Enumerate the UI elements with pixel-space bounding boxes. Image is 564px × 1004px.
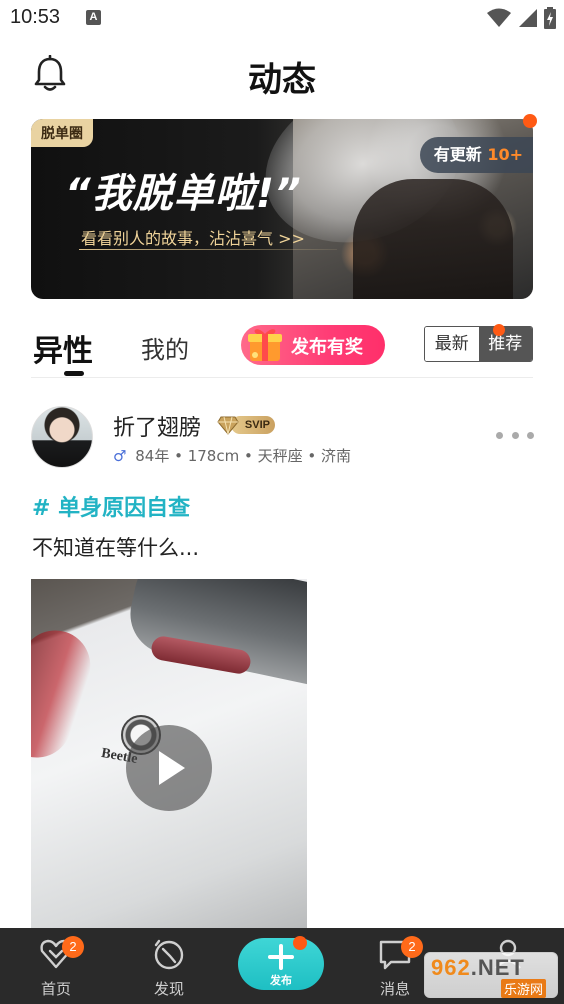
gift-icon: [248, 329, 282, 361]
updates-count: 10+: [487, 145, 523, 164]
page-header: 动态: [0, 38, 564, 110]
site-watermark: 962.NET 乐游网: [424, 952, 558, 998]
sort-recommend-option[interactable]: 推荐: [478, 327, 532, 361]
publish-button[interactable]: 发布: [238, 938, 324, 990]
status-right-icons: [486, 7, 556, 29]
male-icon: ♂: [113, 447, 127, 465]
more-icon[interactable]: [496, 432, 534, 442]
banner-couple-image: [353, 179, 513, 299]
nav-home-label: 首页: [40, 980, 71, 998]
page-title: 动态: [248, 60, 316, 100]
tab-hetero[interactable]: 异性: [33, 326, 93, 370]
banner-new-dot: [523, 114, 537, 128]
battery-icon: [544, 7, 556, 29]
plus-icon: [268, 944, 294, 970]
compass-icon: [154, 939, 184, 970]
svip-badge: SVIP: [217, 414, 275, 436]
status-bar: 10:53 A: [0, 0, 564, 38]
feed-tabs: 异性 我的 发布有奖 最新 推荐: [31, 322, 533, 378]
signal-icon: [519, 9, 537, 27]
post-text: 不知道在等什么...: [32, 536, 200, 560]
status-time: 10:53: [10, 6, 61, 28]
avatar[interactable]: [31, 406, 93, 468]
nav-discover[interactable]: 发现: [129, 928, 209, 1004]
banner-divider: [79, 249, 337, 250]
sort-new-dot: [493, 324, 505, 336]
post-user-meta: ♂ 84年 • 178cm • 天秤座 • 济南: [113, 445, 351, 466]
nav-messages[interactable]: 2 消息: [355, 928, 435, 1004]
post-video-thumbnail[interactable]: Beetle: [31, 579, 307, 928]
video-car-window: [123, 579, 307, 691]
notification-a-icon: A: [86, 10, 101, 25]
nav-home[interactable]: 2 首页: [16, 928, 96, 1004]
nav-discover-label: 发现: [153, 980, 184, 998]
active-tab-indicator: [64, 371, 84, 376]
wifi-icon: [487, 8, 511, 27]
banner-headline: “我脱单啦!”: [65, 171, 302, 217]
feed-post: 折了翅膀 SVIP ♂ 84年 • 178cm • 天秤座 • 济南 # 单身原…: [0, 380, 564, 928]
home-badge: 2: [62, 936, 84, 958]
banner-tag: 脱单圈: [31, 119, 93, 147]
updates-label: 有更新: [433, 145, 482, 164]
tab-mine[interactable]: 我的: [141, 330, 189, 365]
play-icon[interactable]: [126, 725, 212, 811]
messages-badge: 2: [401, 936, 423, 958]
watermark-brand: 962.NET: [431, 955, 525, 980]
sort-newest-option[interactable]: 最新: [425, 327, 479, 361]
sort-toggle: 最新 推荐: [424, 326, 533, 362]
video-taillight: [31, 621, 100, 767]
diamond-icon: [217, 416, 239, 435]
updates-pill[interactable]: 有更新 10+: [419, 137, 533, 173]
post-username[interactable]: 折了翅膀: [113, 410, 201, 442]
post-meta-text: 84年 • 178cm • 天秤座 • 济南: [135, 447, 351, 465]
publish-new-dot: [293, 936, 307, 950]
banner-subline: 看看别人的故事，沾沾喜气 >>: [81, 229, 305, 248]
breakup-story-banner[interactable]: 脱单圈 “我脱单啦!” 看看别人的故事，沾沾喜气 >> 有更新 10+: [31, 119, 533, 299]
post-topic[interactable]: # 单身原因自查: [32, 490, 190, 522]
publish-reward-button[interactable]: 发布有奖: [241, 325, 385, 365]
nav-messages-label: 消息: [379, 980, 410, 998]
watermark-site-name: 乐游网: [501, 979, 547, 998]
publish-label: 发布: [270, 974, 292, 987]
publish-reward-label: 发布有奖: [291, 337, 363, 358]
